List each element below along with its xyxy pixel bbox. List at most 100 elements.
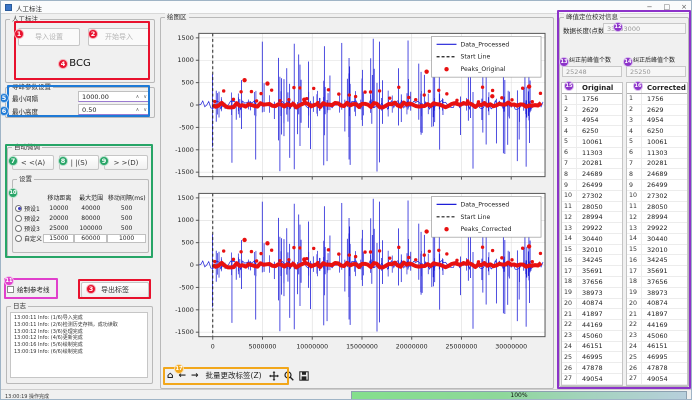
peak-table-row[interactable]: 2446151 xyxy=(562,342,622,353)
peak-table-row[interactable]: 926499 xyxy=(627,180,687,191)
save-icon[interactable] xyxy=(299,371,309,381)
export-labels-button[interactable]: 导出标签 xyxy=(81,282,149,298)
peak-table-row[interactable]: 1532010 xyxy=(562,245,622,256)
peak-table-row[interactable]: 11756 xyxy=(627,94,687,105)
peak-table-row[interactable]: 46250 xyxy=(562,126,622,137)
peak-table-row[interactable]: 1430440 xyxy=(562,234,622,245)
peak-table-row[interactable]: 1128050 xyxy=(562,202,622,213)
forward-icon[interactable]: → xyxy=(191,371,199,381)
peak-table-row[interactable]: 1430440 xyxy=(627,234,687,245)
svg-text:-500: -500 xyxy=(179,123,194,131)
move-interval-value[interactable]: 1000 xyxy=(107,234,146,243)
peak-table-row[interactable]: 22629 xyxy=(562,105,622,116)
peak-table-row[interactable]: 720281 xyxy=(562,159,622,170)
min-height-value[interactable]: 0.50 xyxy=(79,106,134,114)
move-left-button[interactable]: < <(A) xyxy=(12,155,54,170)
radio-button[interactable] xyxy=(15,205,22,212)
original-table-header: Original xyxy=(562,83,622,94)
home-icon[interactable]: ⌂ xyxy=(167,371,173,381)
peak-table-row[interactable]: 1329922 xyxy=(627,223,687,234)
min-interval-value[interactable]: 1000.00 xyxy=(79,93,134,101)
peak-table-row[interactable]: 2141897 xyxy=(627,309,687,320)
peak-table-row[interactable]: 2446151 xyxy=(627,342,687,353)
batch-edit-labels-button[interactable]: 批量更改标签(Z) xyxy=(204,369,264,382)
pan-icon[interactable] xyxy=(269,371,279,381)
corrected-peaks-table[interactable]: Corrected 117562262934954462505100616113… xyxy=(626,82,688,386)
zoom-icon[interactable] xyxy=(284,371,294,381)
signal-plot-top[interactable]: 150010005000-500-1000-1500Data_Processed… xyxy=(163,28,551,186)
svg-text:-1500: -1500 xyxy=(175,168,194,176)
peak-table-row[interactable]: 1228994 xyxy=(562,212,622,223)
peak-table-row[interactable]: 1938973 xyxy=(627,288,687,299)
radio-button[interactable] xyxy=(15,235,22,242)
radio-button[interactable] xyxy=(15,225,22,232)
max-range-value: 100000 xyxy=(74,225,107,232)
import-settings-button[interactable]: 导入设置 xyxy=(18,28,80,46)
peak-table-row[interactable]: 2040874 xyxy=(627,299,687,310)
back-icon[interactable]: ← xyxy=(178,371,186,381)
radio-button[interactable] xyxy=(15,215,22,222)
peak-table-row[interactable]: 2345060 xyxy=(627,331,687,342)
peak-table-row[interactable]: 1228994 xyxy=(627,212,687,223)
move-right-button[interactable]: > >(D) xyxy=(104,155,148,170)
signal-plot-bottom[interactable]: 150010005000-500-1000-150005000000100000… xyxy=(163,188,551,356)
peak-table-row[interactable]: 2546995 xyxy=(627,352,687,363)
peak-table-row[interactable]: 2647878 xyxy=(562,363,622,374)
peak-table-row[interactable]: 34954 xyxy=(562,116,622,127)
svg-text:1500: 1500 xyxy=(177,34,193,42)
peak-table-row[interactable]: 1027302 xyxy=(627,191,687,202)
peak-table-row[interactable]: 510061 xyxy=(562,137,622,148)
peak-table-row[interactable]: 11756 xyxy=(562,94,622,105)
peak-table-row[interactable]: 46250 xyxy=(627,126,687,137)
spin-down-icon[interactable]: ∨ xyxy=(141,107,149,113)
peak-table-row[interactable]: 1634245 xyxy=(627,255,687,266)
move-distance-value[interactable]: 15000 xyxy=(43,234,74,243)
peak-table-row[interactable]: 2345060 xyxy=(562,331,622,342)
peak-table-row[interactable]: 2546995 xyxy=(562,352,622,363)
start-import-button[interactable]: 开始导入 xyxy=(88,28,150,46)
original-peaks-table[interactable]: Original 1175622629349544625051006161130… xyxy=(561,82,623,386)
peak-table-row[interactable]: 2244169 xyxy=(627,320,687,331)
svg-text:1000: 1000 xyxy=(177,216,193,224)
min-height-spinbox[interactable]: 0.50 ∧∨ xyxy=(78,104,150,115)
max-range-value[interactable]: 60000 xyxy=(74,234,107,243)
peak-table-row[interactable]: 824689 xyxy=(627,169,687,180)
peak-table-row[interactable]: 1735691 xyxy=(627,266,687,277)
spin-down-icon[interactable]: ∨ xyxy=(141,94,149,100)
svg-text:20000000: 20000000 xyxy=(396,344,428,351)
peak-table-row[interactable]: 2749054 xyxy=(627,374,687,385)
spin-up-icon[interactable]: ∧ xyxy=(134,107,142,113)
log-area[interactable]: 13:00:11 Info: (1/6)导入完成13:00:11 Info: (… xyxy=(10,312,148,378)
settings-subgroup: 设置 移动距离 最大范围 移动间隔(ms) 预设11000040000500预设… xyxy=(12,179,149,253)
peak-table-row[interactable]: 2040874 xyxy=(562,299,622,310)
peak-table-row[interactable]: 611303 xyxy=(627,148,687,159)
peak-table-row[interactable]: 1938973 xyxy=(562,288,622,299)
peak-table-row[interactable]: 1837656 xyxy=(627,277,687,288)
peak-table-row[interactable]: 926499 xyxy=(562,180,622,191)
peak-table-row[interactable]: 510061 xyxy=(627,137,687,148)
peak-table-row[interactable]: 611303 xyxy=(562,148,622,159)
peak-table-row[interactable]: 1329922 xyxy=(562,223,622,234)
peak-table-row[interactable]: 2141897 xyxy=(562,309,622,320)
close-button[interactable]: × xyxy=(681,2,687,13)
peak-table-row[interactable]: 22629 xyxy=(627,105,687,116)
svg-text:-1000: -1000 xyxy=(175,146,194,154)
peak-table-row[interactable]: 1837656 xyxy=(562,277,622,288)
peak-table-row[interactable]: 720281 xyxy=(627,159,687,170)
peak-table-row[interactable]: 2244169 xyxy=(562,320,622,331)
peak-table-row[interactable]: 2647878 xyxy=(627,363,687,374)
peak-table-row[interactable]: 824689 xyxy=(562,169,622,180)
peak-table-row[interactable]: 1128050 xyxy=(627,202,687,213)
spin-up-icon[interactable]: ∧ xyxy=(134,94,142,100)
min-interval-spinbox[interactable]: 1000.00 ∧∨ xyxy=(78,91,150,102)
peak-table-row[interactable]: 1027302 xyxy=(562,191,622,202)
peak-table-row[interactable]: 1634245 xyxy=(562,255,622,266)
peak-table-row[interactable]: 2749054 xyxy=(562,374,622,385)
peak-table-row[interactable]: 1735691 xyxy=(562,266,622,277)
pause-button[interactable]: | |(S) xyxy=(59,155,99,170)
maximize-button[interactable]: □ xyxy=(664,2,671,13)
minimize-button[interactable]: − xyxy=(647,2,653,13)
peak-table-row[interactable]: 34954 xyxy=(627,116,687,127)
peak-table-row[interactable]: 1532010 xyxy=(627,245,687,256)
reference-line-checkbox[interactable] xyxy=(7,286,14,293)
